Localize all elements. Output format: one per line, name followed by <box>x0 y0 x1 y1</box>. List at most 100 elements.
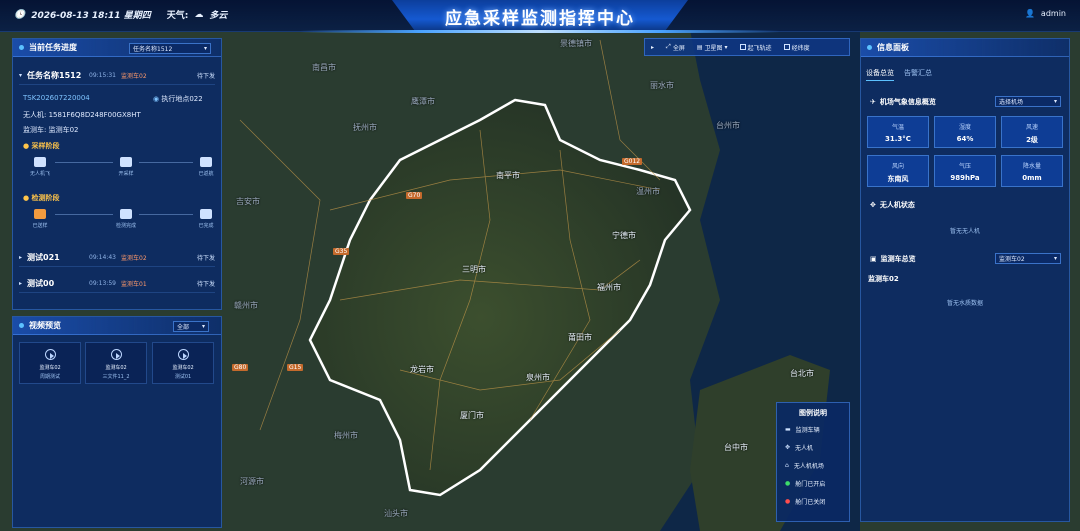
city-label: 汕头市 <box>384 509 408 518</box>
weather-key: 降水量 <box>1022 163 1041 170</box>
weather-label: 天气: <box>166 11 189 21</box>
legend-label: 舱门已开启 <box>795 480 826 488</box>
video-tile-name: 监测车02 <box>172 365 194 371</box>
device-icon <box>120 209 132 219</box>
weather-value: 多云 <box>209 11 228 21</box>
city-label: 台州市 <box>716 121 740 130</box>
weather-cell-wind-speed: 风速 2级 <box>1001 116 1063 148</box>
video-tile[interactable]: 监测车02 周期测试 <box>19 342 81 384</box>
legend-label: 无人机 <box>795 444 814 452</box>
legend-item-drone: ✥ 无人机 <box>777 438 849 456</box>
step-drone-fly: 无人机飞 <box>25 157 55 177</box>
tab-alarm-summary[interactable]: 告警汇总 <box>904 68 932 78</box>
play-icon <box>177 349 189 360</box>
city-label: 龙岩市 <box>410 365 434 374</box>
sampling-stage-label: ● 采样阶段 <box>23 142 60 150</box>
task-row[interactable]: ▸ 测试00 09:13:59 监测车01 待下发 <box>19 275 215 293</box>
weather-value: 0mm <box>1022 174 1042 182</box>
chevron-right-icon: ▸ <box>19 280 23 287</box>
sampling-stage-text: 采样阶段 <box>31 142 60 150</box>
task-time: 09:15:31 <box>89 72 116 79</box>
car-empty-text: 暂无水质数据 <box>946 300 983 307</box>
title-dot-icon <box>867 45 872 50</box>
expand-icon: ⤢ <box>666 43 671 50</box>
airport-icon: ⌂ <box>785 461 789 469</box>
video-tile[interactable]: 监测车02 三文件11_2 <box>85 342 147 384</box>
checkbox-icon <box>739 44 746 50</box>
title-dot-icon <box>19 45 24 50</box>
task-car: 监测车02 <box>121 73 147 80</box>
report-icon <box>200 209 212 219</box>
step-label: 无人机飞 <box>29 171 50 177</box>
sampling-steps: 无人机飞 开采样 已返航 <box>25 157 221 181</box>
city-label: 鹰潭市 <box>411 97 435 106</box>
track-checkbox[interactable]: 起飞轨迹 <box>734 43 778 52</box>
detect-stage-text: 检测阶段 <box>31 194 60 202</box>
task-row[interactable]: ▸ 测试021 09:14:43 监测车02 待下发 <box>19 249 215 267</box>
legend-item-vehicle: ▬ 监测车辆 <box>777 420 849 438</box>
car-select[interactable]: 监测车02 ▾ <box>995 253 1061 264</box>
road-shield: G15 <box>287 364 304 371</box>
step-label: 已送样 <box>32 223 48 229</box>
top-header: 🕓 2026-08-13 18:11 星期四 天气: ☁ 多云 应急采样监测指挥… <box>0 0 1080 33</box>
task-status: 待下发 <box>196 73 215 80</box>
chevron-down-icon: ▾ <box>203 45 207 52</box>
city-label: 台北市 <box>790 369 814 378</box>
latlng-checkbox[interactable]: 经纬度 <box>778 43 816 52</box>
detect-stage-label: ● 检测阶段 <box>23 194 60 202</box>
fullscreen-label: 全屏 <box>672 44 685 52</box>
video-tile-name: 监测车02 <box>39 365 61 371</box>
video-tile-sub: 三文件11_2 <box>102 374 130 380</box>
video-panel-title: 视频预览 <box>29 321 61 330</box>
car-select-value: 监测车02 <box>999 256 1025 263</box>
step-label: 已完成 <box>198 223 214 229</box>
drone-section-text: 无人机状态 <box>879 201 915 209</box>
legend-item-door-closed: ● 舱门已关闭 <box>777 492 849 510</box>
video-filter-value: 全部 <box>177 324 190 331</box>
city-label: 景德镇市 <box>560 39 592 48</box>
city-label: 丽水市 <box>650 81 674 90</box>
city-label: 台中市 <box>724 443 748 452</box>
legend-label: 监测车辆 <box>795 426 820 434</box>
task-select[interactable]: 任务名称1512 ▾ <box>129 43 211 54</box>
chevron-right-icon: ▸ <box>19 254 23 261</box>
road-shield: G80 <box>232 364 249 371</box>
tab-device-overview[interactable]: 设备总览 <box>866 68 894 81</box>
toolbar-collapse-button[interactable]: ▸ <box>645 44 660 51</box>
satellite-select[interactable]: ▤ 卫星图 ▾ <box>691 43 734 52</box>
weather-value: 989hPa <box>950 174 980 182</box>
layers-icon: ▤ <box>696 43 703 51</box>
fullscreen-button[interactable]: ⤢ 全屏 <box>660 43 691 52</box>
video-tile[interactable]: 监测车02 测试01 <box>152 342 214 384</box>
video-filter-select[interactable]: 全部 ▾ <box>173 321 209 332</box>
detect-steps: 已送样 检测完成 已完成 <box>25 209 221 233</box>
drone-icon: ✥ <box>785 443 791 451</box>
weather-cell-temperature: 气温 31.3°C <box>867 116 929 148</box>
city-label: 厦门市 <box>460 411 484 420</box>
vehicle-icon: ▬ <box>785 425 791 433</box>
user-menu[interactable]: 👤 admin <box>1025 9 1066 18</box>
task-name: 任务名称1512 <box>27 71 82 80</box>
video-tile-sub: 测试01 <box>174 374 192 380</box>
step-label: 开采样 <box>118 171 134 177</box>
step-connector <box>139 214 193 215</box>
step-sample-sent: 已送样 <box>25 209 55 229</box>
city-label: 莆田市 <box>568 333 592 342</box>
weather-key: 气压 <box>958 163 971 170</box>
task-vehicle: 监测车: 监测车02 <box>23 126 79 134</box>
drone-icon <box>34 157 46 167</box>
city-label: 抚州市 <box>353 123 377 132</box>
task-row-expanded[interactable]: ▾ 任务名称1512 09:15:31 监测车02 待下发 <box>19 67 215 85</box>
task-drone: 无人机: 1581F6Q8D248F00GX8HT <box>23 111 141 119</box>
legend-title: 图例说明 <box>799 409 827 417</box>
video-tile-name: 监测车02 <box>105 365 127 371</box>
weather-cell-precipitation: 降水量 0mm <box>1001 155 1063 187</box>
map-toolbar: ▸ ⤢ 全屏 ▤ 卫星图 ▾ 起飞轨迹 经纬度 <box>644 38 850 56</box>
info-panel-title: 信息面板 <box>877 43 909 52</box>
app-root: 南昌市 鹰潭市 抚州市 景德镇市 丽水市 温州市 台州市 南平市 宁德市 三明市… <box>0 0 1080 531</box>
checkbox-icon <box>783 44 790 50</box>
airport-select[interactable]: 选择机场 ▾ <box>995 96 1061 107</box>
clock-icon: 🕓 <box>14 9 26 20</box>
weather-value: 64% <box>956 135 974 143</box>
city-label: 温州市 <box>636 187 660 196</box>
